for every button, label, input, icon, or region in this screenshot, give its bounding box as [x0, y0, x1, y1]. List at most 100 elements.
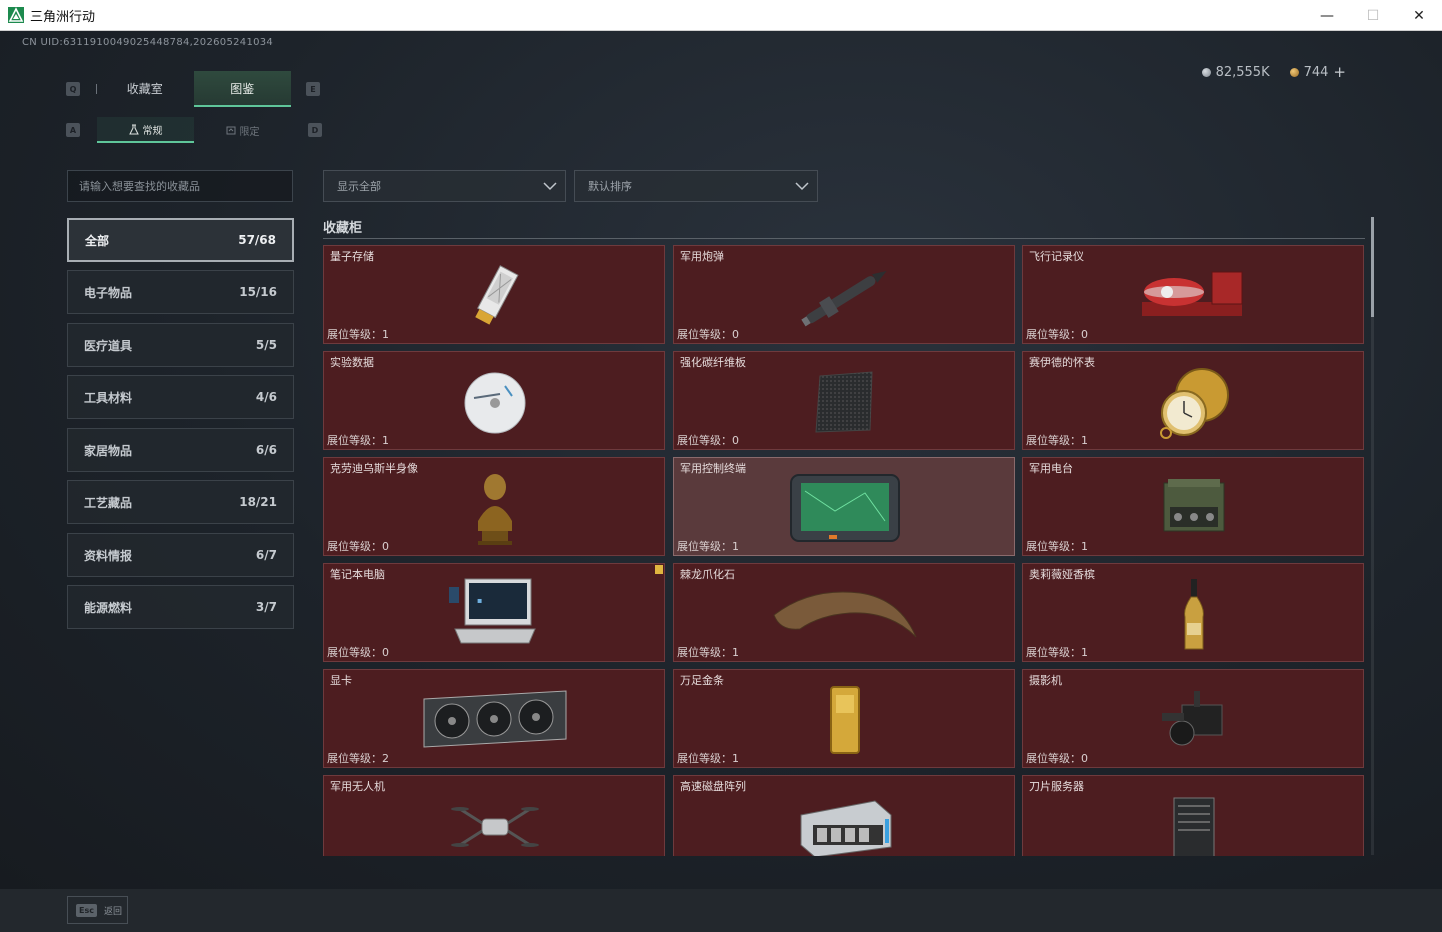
- champagne-icon: [1144, 577, 1244, 653]
- back-label: 返回: [103, 906, 122, 917]
- item-name: 军用电台: [1029, 462, 1073, 475]
- collection-item-card[interactable]: 摄影机展位等级：0: [1022, 669, 1364, 768]
- collection-item-card[interactable]: 军用无人机: [323, 775, 665, 856]
- minimize-button[interactable]: —: [1304, 0, 1350, 31]
- window-title: 三角洲行动: [30, 9, 96, 25]
- item-name: 刀片服务器: [1029, 780, 1084, 793]
- item-display-level: 展位等级：1: [1026, 646, 1088, 659]
- laptop-icon: ▪: [445, 577, 545, 653]
- collection-item-card[interactable]: 高速磁盘阵列: [673, 775, 1015, 856]
- new-badge-icon: [655, 565, 663, 574]
- claw-fossil-icon: [773, 577, 917, 653]
- collection-item-card[interactable]: 笔记本电脑 ▪ 展位等级：0: [323, 563, 665, 662]
- category-tools[interactable]: 工具材料 4/6: [67, 375, 294, 419]
- category-count: 4/6: [255, 390, 277, 404]
- search-input[interactable]: 请输入想要查找的收藏品: [67, 170, 293, 202]
- drone-icon: [445, 789, 545, 856]
- item-display-level: 展位等级：0: [1026, 328, 1088, 341]
- item-display-level: 展位等级：1: [327, 328, 389, 341]
- data-disc-icon: [445, 365, 545, 441]
- category-count: 6/7: [255, 548, 277, 562]
- collection-item-card[interactable]: 棘龙爪化石展位等级：1: [673, 563, 1015, 662]
- category-label: 工具材料: [84, 390, 133, 405]
- key-hint-q: Q: [66, 82, 80, 96]
- category-label: 全部: [85, 233, 110, 248]
- category-intel[interactable]: 资料情报 6/7: [67, 533, 294, 577]
- display-filter-dropdown[interactable]: 显示全部: [323, 170, 566, 202]
- category-household[interactable]: 家居物品 6/6: [67, 428, 294, 472]
- category-electronics[interactable]: 电子物品 15/16: [67, 270, 294, 314]
- collection-item-card[interactable]: 军用控制终端 展位等级：1: [673, 457, 1015, 556]
- item-display-level: 展位等级：0: [327, 540, 389, 553]
- main-tabs: 收藏室 图鉴: [96, 71, 291, 107]
- item-display-level: 展位等级：2: [327, 752, 389, 765]
- category-label: 家居物品: [84, 443, 133, 458]
- gold-amount: 744: [1303, 64, 1329, 80]
- item-name: 棘龙爪化石: [680, 568, 735, 581]
- sort-value: 默认排序: [588, 180, 632, 193]
- limited-icon: [226, 126, 235, 135]
- subtab-regular[interactable]: 常规: [97, 117, 194, 143]
- item-name: 军用无人机: [330, 780, 385, 793]
- item-display-level: 展位等级：1: [327, 434, 389, 447]
- disk-array-icon: [795, 789, 895, 856]
- item-name: 万足金条: [680, 674, 724, 687]
- tab-catalog[interactable]: 图鉴: [193, 71, 291, 107]
- category-label: 能源燃料: [84, 600, 133, 615]
- collection-item-card[interactable]: 军用电台展位等级：1: [1022, 457, 1364, 556]
- item-name: 摄影机: [1029, 674, 1062, 687]
- collection-item-card[interactable]: 克劳迪乌斯半身像 展位等级：0: [323, 457, 665, 556]
- carbon-plate-icon: [795, 365, 895, 441]
- collection-item-card[interactable]: 实验数据 展位等级：1: [323, 351, 665, 450]
- search-placeholder: 请输入想要查找的收藏品: [79, 180, 200, 193]
- category-count: 3/7: [255, 600, 277, 614]
- category-crafts[interactable]: 工艺藏品 18/21: [67, 480, 294, 524]
- category-count: 15/16: [239, 285, 277, 299]
- silver-coin-icon: [1201, 67, 1211, 77]
- item-name: 军用炮弹: [680, 250, 724, 263]
- collection-item-card[interactable]: 飞行记录仪 展位等级：0: [1022, 245, 1364, 344]
- subtab-limited[interactable]: 限定: [194, 117, 291, 143]
- back-button[interactable]: Esc 返回: [67, 896, 128, 924]
- item-display-level: 展位等级：0: [1026, 752, 1088, 765]
- category-label: 医疗道具: [84, 338, 133, 353]
- display-filter-value: 显示全部: [337, 180, 381, 193]
- collection-item-card[interactable]: 刀片服务器: [1022, 775, 1364, 856]
- item-display-level: 展位等级：1: [1026, 434, 1088, 447]
- gold-coin-icon: [1289, 67, 1299, 77]
- collection-item-card[interactable]: 军用炮弹展位等级：0: [673, 245, 1015, 344]
- key-hint-a: A: [66, 123, 80, 137]
- category-fuel[interactable]: 能源燃料 3/7: [67, 585, 294, 629]
- bust-icon: [445, 471, 545, 547]
- collection-item-card[interactable]: 万足金条 展位等级：1: [673, 669, 1015, 768]
- currency-bar: 82,555K 744 +: [1201, 63, 1346, 81]
- flask-icon: [128, 124, 139, 134]
- category-label: 电子物品: [84, 285, 133, 300]
- item-name: 奥莉薇娅香槟: [1029, 568, 1095, 581]
- video-camera-icon: [1144, 683, 1244, 759]
- subtab-regular-label: 常规: [142, 125, 163, 137]
- esc-key-hint: Esc: [76, 903, 97, 917]
- bottom-bar: Esc 返回: [0, 889, 1442, 932]
- add-currency-button[interactable]: +: [1333, 63, 1346, 81]
- scrollbar-thumb[interactable]: [1371, 217, 1374, 317]
- collection-item-card[interactable]: 赛伊德的怀表 展位等级：1: [1022, 351, 1364, 450]
- collection-item-card[interactable]: 量子存储 展位等级：1: [323, 245, 665, 344]
- chevron-down-icon: [543, 182, 557, 191]
- item-name: 显卡: [330, 674, 352, 687]
- category-label: 资料情报: [84, 548, 133, 563]
- sort-dropdown[interactable]: 默认排序: [574, 170, 818, 202]
- item-name: 高速磁盘阵列: [680, 780, 746, 793]
- tab-collection-room[interactable]: 收藏室: [96, 71, 194, 107]
- maximize-button[interactable]: ☐: [1350, 0, 1396, 31]
- category-medical[interactable]: 医疗道具 5/5: [67, 323, 294, 367]
- item-display-level: 展位等级：1: [677, 646, 739, 659]
- item-display-level: 展位等级：0: [677, 328, 739, 341]
- close-button[interactable]: ✕: [1396, 0, 1442, 31]
- collection-item-card[interactable]: 奥莉薇娅香槟 展位等级：1: [1022, 563, 1364, 662]
- collection-item-card[interactable]: 显卡展位等级：2: [323, 669, 665, 768]
- quantum-storage-icon: [445, 259, 545, 335]
- category-all[interactable]: 全部 57/68: [67, 218, 294, 262]
- item-display-level: 展位等级：1: [1026, 540, 1088, 553]
- collection-item-card[interactable]: 强化碳纤维板 展位等级：0: [673, 351, 1015, 450]
